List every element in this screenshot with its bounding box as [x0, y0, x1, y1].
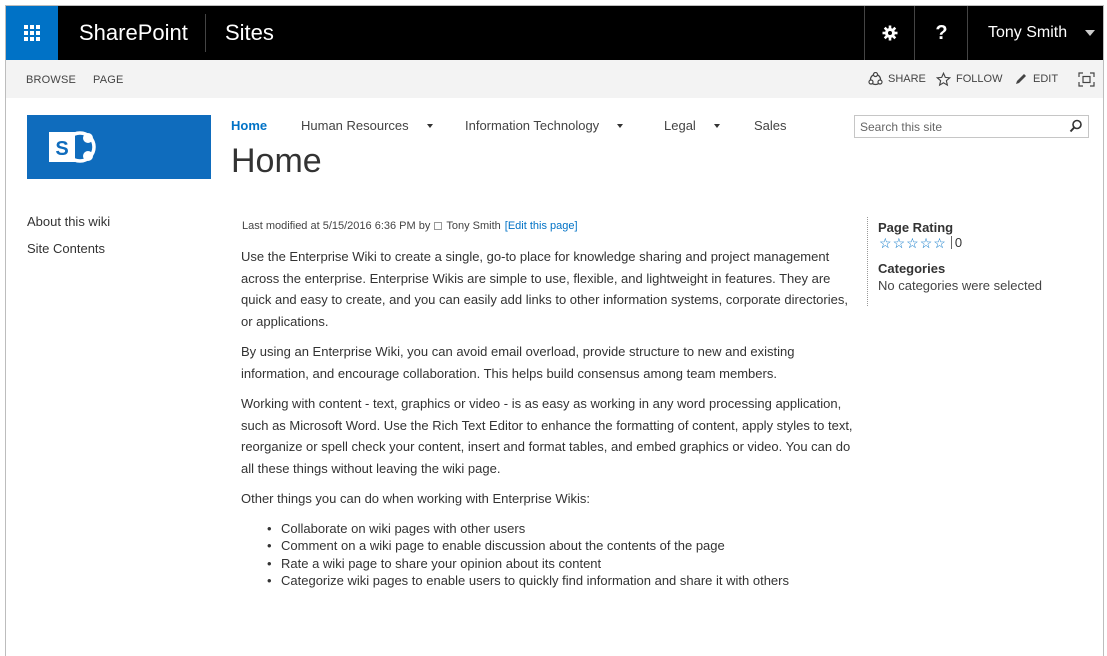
edit-label: EDIT	[1033, 73, 1059, 85]
quicklaunch-site-contents[interactable]: Site Contents	[27, 241, 105, 256]
search-input[interactable]	[855, 116, 1060, 137]
rating-star-icon[interactable]: ☆	[879, 236, 892, 250]
quicklaunch-about-this-wiki[interactable]: About this wiki	[27, 214, 110, 229]
rating-separator	[950, 236, 952, 249]
rating-stars: ☆ ☆ ☆ ☆ ☆ 0	[879, 235, 962, 250]
user-menu-button[interactable]: Tony Smith	[967, 6, 1103, 60]
content-paragraph: By using an Enterprise Wiki, you can avo…	[241, 344, 795, 381]
help-button[interactable]: ?	[914, 6, 968, 60]
topnav-home[interactable]: Home	[231, 118, 267, 133]
sharepoint-logo-icon: S	[49, 131, 96, 163]
topnav-label: Sales	[754, 118, 787, 133]
dropdown-arrow-icon[interactable]	[713, 123, 720, 128]
last-modified-text: Last modified at 5/15/2016 6:36 PM by	[242, 220, 431, 232]
feature-list: Collaborate on wiki pages with other use…	[241, 520, 861, 590]
share-label: SHARE	[888, 73, 926, 85]
suite-bar: SharePoint Sites ? Tony Smith	[6, 6, 1103, 60]
topnav-legal[interactable]: Legal	[664, 118, 720, 133]
search-box	[854, 115, 1089, 138]
gear-icon	[882, 25, 898, 41]
rating-star-icon[interactable]: ☆	[906, 236, 919, 250]
edit-button[interactable]: EDIT	[1014, 60, 1058, 98]
follow-button[interactable]: FOLLOW	[936, 60, 1002, 98]
list-item: Collaborate on wiki pages with other use…	[267, 520, 861, 538]
ribbon: BROWSE PAGE SHARE FOLLOW EDIT	[6, 60, 1103, 98]
list-item: Rate a wiki page to share your opinion a…	[267, 555, 861, 573]
presence-indicator-icon	[434, 222, 443, 230]
svg-text:S: S	[55, 138, 68, 160]
tab-page[interactable]: PAGE	[93, 60, 124, 98]
share-button[interactable]: SHARE	[868, 60, 926, 98]
topnav-information-technology[interactable]: Information Technology	[465, 118, 624, 133]
pencil-icon	[1016, 74, 1026, 84]
right-panel-divider	[867, 217, 868, 306]
caret-down-icon	[1085, 30, 1095, 36]
user-name: Tony Smith	[988, 24, 1068, 41]
tab-browse[interactable]: BROWSE	[26, 60, 76, 98]
search-icon[interactable]	[1069, 119, 1083, 133]
categories-heading: Categories	[878, 261, 946, 276]
rating-count: 0	[954, 235, 963, 250]
rating-star-icon[interactable]: ☆	[933, 236, 946, 250]
topnav-label: Human Resources	[301, 118, 409, 133]
rating-star-icon[interactable]: ☆	[920, 236, 933, 250]
star-outline-icon	[936, 71, 951, 86]
author-name[interactable]: Tony Smith	[446, 220, 500, 232]
sharepoint-window: SharePoint Sites ? Tony Smith BROWSE PAG…	[5, 5, 1104, 656]
rating-star-icon[interactable]: ☆	[893, 236, 906, 250]
last-modified-line: Last modified at 5/15/2016 6:36 PM by To…	[242, 220, 578, 232]
content-paragraph: Use the Enterprise Wiki to create a sing…	[241, 249, 848, 329]
waffle-icon	[24, 25, 40, 41]
suite-divider	[205, 14, 206, 52]
content-paragraph: Working with content - text, graphics or…	[241, 396, 853, 476]
list-item: Categorize wiki pages to enable users to…	[267, 572, 861, 590]
follow-label: FOLLOW	[956, 73, 1003, 85]
sites-link[interactable]: Sites	[225, 6, 274, 60]
topnav-sales[interactable]: Sales	[754, 118, 787, 133]
dropdown-arrow-icon[interactable]	[426, 123, 433, 128]
wiki-content: Use the Enterprise Wiki to create a sing…	[241, 246, 861, 590]
dropdown-arrow-icon[interactable]	[617, 123, 624, 128]
content-paragraph: Other things you can do when working wit…	[241, 491, 590, 506]
brand-label[interactable]: SharePoint	[79, 6, 188, 60]
page-title: Home	[231, 142, 322, 180]
page-rating-heading: Page Rating	[878, 220, 954, 235]
site-logo[interactable]: S	[27, 115, 211, 179]
topnav-label: Legal	[664, 118, 696, 133]
topnav-label: Information Technology	[465, 118, 600, 133]
focus-on-content-button[interactable]	[1078, 60, 1095, 98]
app-launcher-button[interactable]	[6, 6, 58, 60]
categories-text: No categories were selected	[878, 278, 1043, 293]
list-item: Comment on a wiki page to enable discuss…	[267, 537, 861, 555]
settings-button[interactable]	[864, 6, 915, 60]
topnav-label: Home	[231, 118, 268, 133]
share-icon	[868, 71, 883, 85]
focus-icon	[1078, 71, 1095, 87]
topnav-human-resources[interactable]: Human Resources	[301, 118, 433, 133]
edit-this-page-link[interactable]: [Edit this page]	[505, 220, 578, 232]
